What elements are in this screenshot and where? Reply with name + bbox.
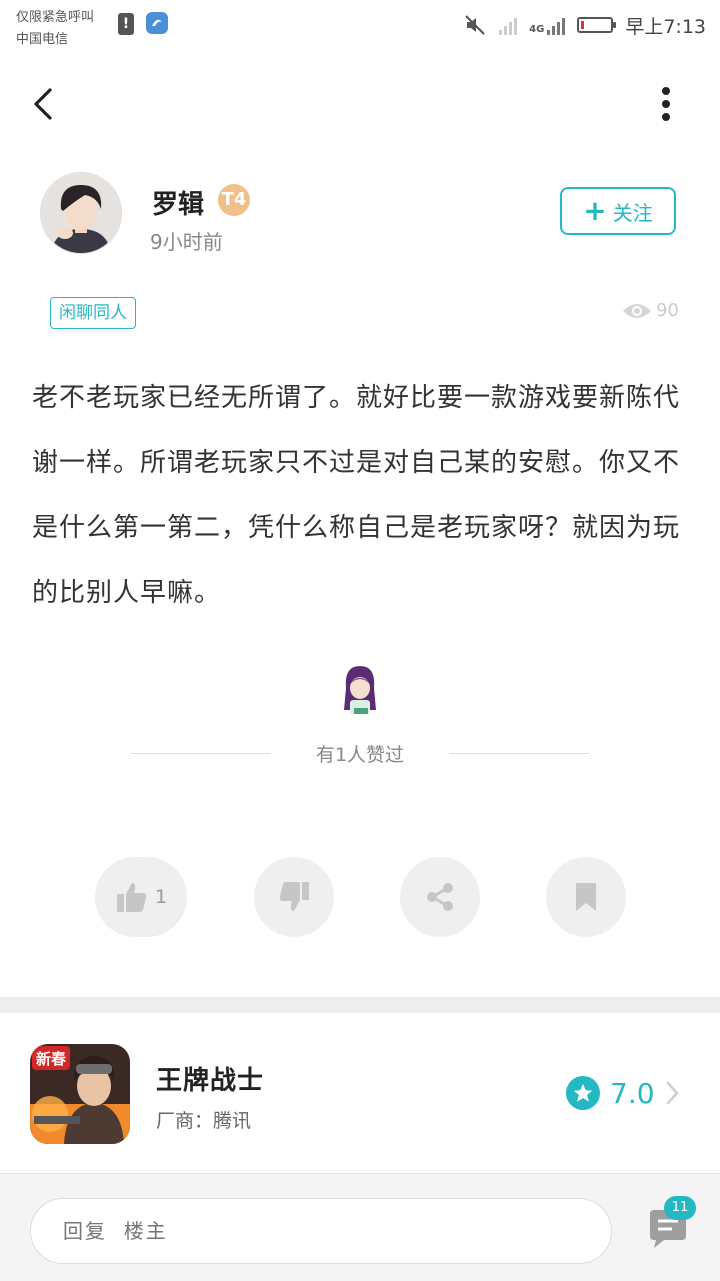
- chevron-right-icon: [666, 1081, 678, 1105]
- mute-icon: [465, 15, 485, 35]
- game-name[interactable]: 王牌战士: [156, 1060, 264, 1097]
- post-time: 9小时前: [150, 230, 223, 254]
- game-icon[interactable]: 新春: [30, 1044, 130, 1144]
- divider-line-left: [131, 753, 271, 754]
- plus-icon: +: [583, 194, 607, 227]
- dislike-button[interactable]: [254, 857, 334, 937]
- bookmark-button[interactable]: [546, 857, 626, 937]
- like-count: 1: [154, 886, 168, 908]
- author-name[interactable]: 罗辑: [152, 184, 204, 221]
- thumbs-down-icon: [279, 882, 309, 911]
- game-vendor: 厂商：腾讯: [156, 1110, 252, 1132]
- rating-value: 7.0: [610, 1076, 655, 1110]
- view-count-value: 90: [656, 300, 679, 321]
- topic-tag[interactable]: 闲聊同人: [50, 297, 136, 329]
- post-content: 老不老玩家已经无所谓了。就好比要一款游戏要新陈代谢一样。所谓老玩家只不过是对自己…: [32, 383, 681, 608]
- star-icon: [566, 1076, 600, 1110]
- liker-avatar[interactable]: [340, 662, 380, 718]
- carrier-name: 中国电信: [16, 32, 69, 47]
- comment-count-badge: 11: [664, 1196, 696, 1220]
- share-button[interactable]: [400, 857, 480, 937]
- section-divider: [0, 997, 720, 1013]
- level-badge: T4: [218, 184, 250, 216]
- status-bar: 仅限紧急呼叫 中国电信 ! 4G 早上7:13: [0, 0, 720, 52]
- emergency-call-text: 仅限紧急呼叫: [16, 10, 95, 25]
- app-notification-icon: [146, 12, 168, 34]
- game-rating[interactable]: 7.0: [566, 1076, 679, 1110]
- no-signal-icon: [499, 15, 518, 35]
- follow-label: 关注: [612, 200, 653, 225]
- author-avatar[interactable]: [40, 172, 122, 254]
- view-count: 90: [622, 300, 679, 321]
- share-icon: [427, 883, 453, 911]
- like-button[interactable]: 1: [95, 857, 187, 937]
- chevron-left-icon: [34, 88, 52, 120]
- likes-summary[interactable]: 有1人赞过: [270, 740, 450, 767]
- bookmark-icon: [576, 883, 596, 911]
- alert-icon: !: [118, 13, 134, 35]
- signal-icon: 4G: [529, 15, 566, 35]
- game-icon-banner: 新春: [36, 1050, 66, 1068]
- follow-button[interactable]: + 关注: [560, 187, 676, 235]
- back-button[interactable]: [24, 82, 68, 126]
- status-icons: 4G 早上7:13: [463, 10, 706, 40]
- thumbs-up-icon: [116, 883, 147, 912]
- eye-icon: [623, 303, 651, 318]
- divider-line-right: [449, 753, 589, 754]
- network-type: 4G: [529, 24, 545, 35]
- more-vertical-icon: [662, 87, 670, 121]
- reply-input[interactable]: [30, 1198, 612, 1264]
- clock: 早上7:13: [625, 15, 706, 38]
- more-options-button[interactable]: [648, 82, 684, 126]
- battery-icon: [577, 17, 617, 33]
